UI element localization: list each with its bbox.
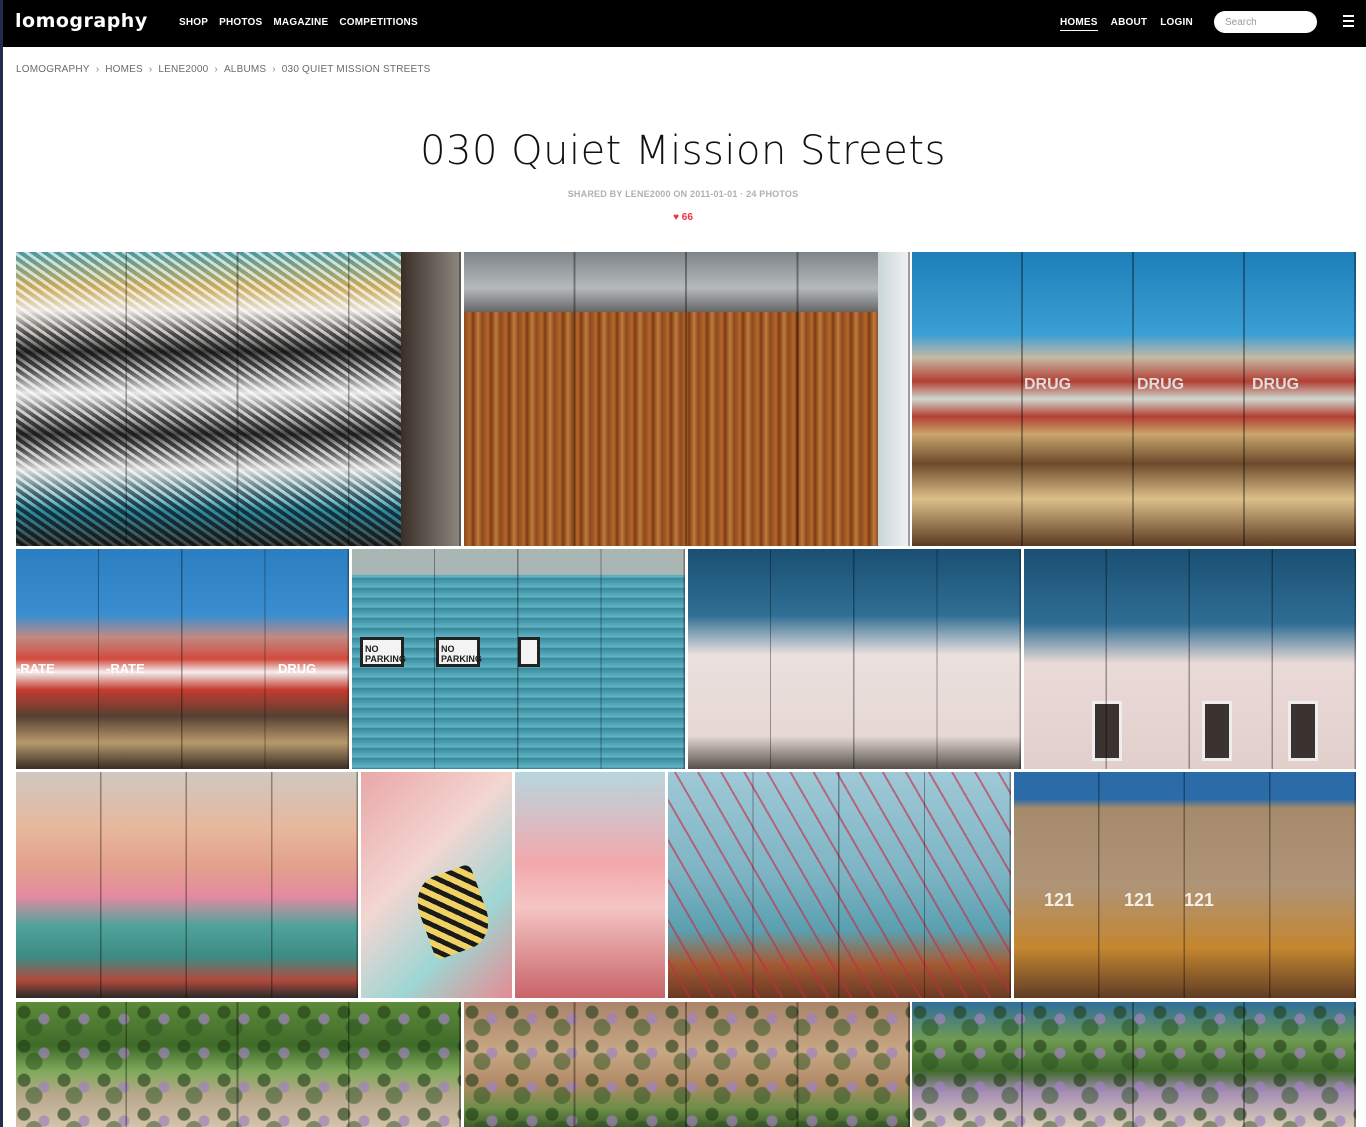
photo-wooden-fence-121[interactable]: 121 121 121 <box>1014 772 1356 998</box>
breadcrumb-user[interactable]: LENE2000 <box>158 64 208 75</box>
photo-sign-text: DRUG <box>1252 376 1300 393</box>
photo-roof <box>352 549 685 575</box>
breadcrumb-chevron-icon: › <box>272 64 276 75</box>
breadcrumb-current-album: 030 QUIET MISSION STREETS <box>281 64 431 75</box>
main-nav: SHOP PHOTOS MAGAZINE COMPETITIONS <box>179 17 418 28</box>
nav-login[interactable]: LOGIN <box>1160 17 1193 31</box>
photo-window <box>1202 701 1232 761</box>
nav-magazine[interactable]: MAGAZINE <box>273 17 328 28</box>
photo-stucco-window[interactable] <box>688 549 1021 769</box>
breadcrumb-homes[interactable]: HOMES <box>105 64 143 75</box>
window-edge <box>0 0 3 1127</box>
photo-sign-text: -RATE <box>16 661 55 676</box>
nav-homes[interactable]: HOMES <box>1060 17 1098 31</box>
album-title: 030 Quiet Mission Streets <box>420 128 946 174</box>
photo-sign-text: DRUG <box>1137 376 1185 393</box>
account-nav: HOMES ABOUT LOGIN <box>1060 17 1193 31</box>
photo-feather-mural[interactable] <box>16 252 461 546</box>
no-parking-sign-partial <box>518 637 540 667</box>
lomography-logo[interactable]: lomography <box>15 10 148 32</box>
photo-address-number: 121 <box>1124 890 1155 910</box>
photo-sign-text: -RATE <box>106 661 145 676</box>
photo-tree-mural[interactable] <box>16 772 358 998</box>
breadcrumb-chevron-icon: › <box>95 64 100 75</box>
no-parking-sign: NO PARKING <box>436 637 482 667</box>
photo-sign-text: DRUG <box>1024 376 1072 393</box>
nav-competitions[interactable]: COMPETITIONS <box>339 17 418 28</box>
photo-butterfly-mural[interactable] <box>361 772 512 998</box>
photo-wooden-wall[interactable] <box>464 252 910 546</box>
nav-about[interactable]: ABOUT <box>1111 17 1148 31</box>
breadcrumb: LOMOGRAPHY › HOMES › LENE2000 › ALBUMS ›… <box>16 64 431 75</box>
photo-stucco-windows[interactable] <box>1024 549 1356 769</box>
photo-address-number: 121 <box>1044 890 1075 910</box>
photo-address-number: 121 <box>1184 890 1215 910</box>
no-parking-sign: NO PARKING <box>360 637 406 667</box>
photo-drug-co-sign[interactable]: DRUG DRUG DRUG <box>912 252 1356 546</box>
photo-lilac-fence[interactable] <box>16 1002 461 1127</box>
photo-sign-text: DRUG <box>278 661 317 676</box>
photo-pink-mural[interactable] <box>515 772 665 998</box>
photo-cut-rate-facade[interactable]: -RATE -RATE DRUG <box>16 549 349 769</box>
nav-shop[interactable]: SHOP <box>179 17 208 28</box>
photo-flower-mural[interactable] <box>668 772 1011 998</box>
photo-window <box>1092 701 1122 761</box>
search-input[interactable] <box>1214 11 1317 33</box>
breadcrumb-chevron-icon: › <box>148 64 153 75</box>
hamburger-menu-icon[interactable] <box>1343 15 1354 27</box>
like-count: 66 <box>681 212 693 223</box>
top-navigation-bar: lomography SHOP PHOTOS MAGAZINE COMPETIT… <box>0 0 1366 47</box>
breadcrumb-chevron-icon: › <box>214 64 218 75</box>
photo-window <box>1288 701 1318 761</box>
photo-lilac-wall[interactable] <box>464 1002 910 1127</box>
breadcrumb-lomography[interactable]: LOMOGRAPHY <box>16 64 90 75</box>
breadcrumb-albums[interactable]: ALBUMS <box>224 64 266 75</box>
photo-no-parking[interactable]: NO PARKING NO PARKING <box>352 549 685 769</box>
like-button[interactable]: ♥ 66 <box>0 212 1366 223</box>
heart-icon: ♥ <box>673 212 680 223</box>
photo-lilac-bush[interactable] <box>912 1002 1356 1127</box>
album-meta: SHARED BY LENE2000 ON 2011-01-01 · 24 PH… <box>567 189 799 199</box>
nav-photos[interactable]: PHOTOS <box>219 17 262 28</box>
